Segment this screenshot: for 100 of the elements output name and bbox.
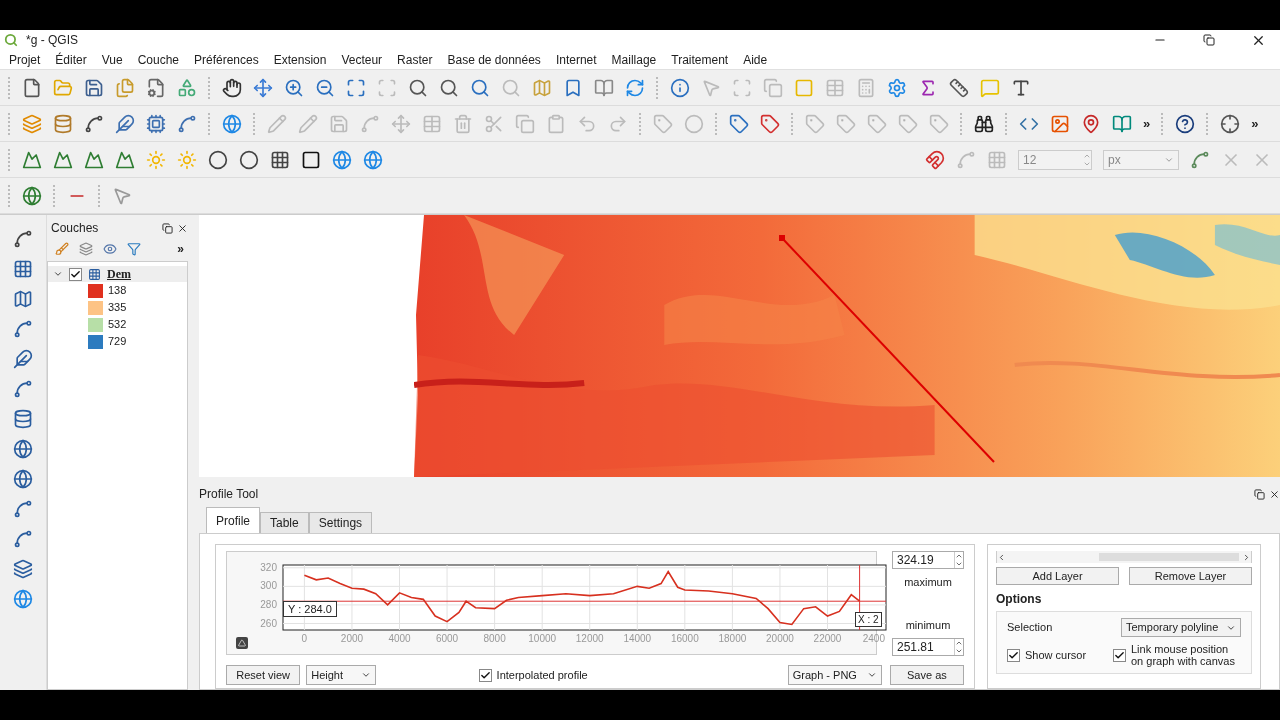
- globe-layer-icon[interactable]: [13, 589, 33, 609]
- layers-icon[interactable]: [22, 113, 42, 134]
- autoscale-icon[interactable]: [236, 637, 248, 649]
- move-icon[interactable]: [253, 77, 273, 98]
- x-tick-label: 2400: [862, 633, 885, 644]
- y-tick-label: 300: [260, 580, 277, 592]
- menu-item[interactable]: Éditer: [55, 50, 87, 69]
- pages-icon[interactable]: [115, 77, 135, 98]
- save-as-button[interactable]: Save as: [889, 665, 964, 685]
- tab[interactable]: Profile: [206, 507, 260, 533]
- identify-icon[interactable]: [670, 77, 690, 98]
- earth-plus-icon[interactable]: [363, 149, 383, 170]
- binoculars-icon[interactable]: [974, 113, 994, 134]
- zoom-out-icon[interactable]: [315, 77, 335, 98]
- menu-item[interactable]: Préférences: [194, 50, 259, 69]
- interpolated-checkbox[interactable]: [478, 668, 492, 682]
- show-cursor-checkbox[interactable]: [1007, 648, 1020, 662]
- ruler-icon[interactable]: [949, 77, 969, 98]
- menu-item[interactable]: Projet: [9, 50, 41, 69]
- menu-item[interactable]: Vue: [101, 50, 123, 69]
- y-tick-label: 260: [260, 617, 277, 629]
- raster-layer-icon[interactable]: [13, 259, 33, 279]
- x-tick-label: 10000: [528, 633, 557, 644]
- overflow-chevron[interactable]: »: [177, 240, 184, 258]
- grid-icon[interactable]: [270, 149, 290, 170]
- maximum-spinbox[interactable]: 324.19: [892, 551, 964, 569]
- refresh-icon[interactable]: [625, 77, 645, 98]
- filter-icon[interactable]: [127, 242, 141, 256]
- page-gear-icon[interactable]: [146, 77, 166, 98]
- chip-icon[interactable]: [146, 113, 166, 134]
- zoom-in-icon[interactable]: [284, 77, 304, 98]
- selection-dropdown[interactable]: Temporary polyline: [1121, 618, 1241, 637]
- remove-layer-button[interactable]: Remove Layer: [1129, 567, 1252, 585]
- eye-icon[interactable]: [103, 242, 117, 256]
- full-extent-icon[interactable]: [346, 77, 366, 98]
- group-icon[interactable]: [79, 242, 93, 256]
- down-icon[interactable]: [955, 647, 963, 655]
- caret-icon: [360, 670, 371, 680]
- page-icon[interactable]: [22, 77, 42, 98]
- menu-item[interactable]: Raster: [397, 50, 433, 69]
- settings-icon[interactable]: [887, 77, 907, 98]
- mesh-layer-icon[interactable]: [13, 289, 33, 309]
- scroll-left-icon[interactable]: [997, 552, 1006, 562]
- tab[interactable]: Table: [260, 512, 309, 533]
- database-icon[interactable]: [53, 113, 73, 134]
- clipboard-icon[interactable]: [546, 113, 566, 134]
- plot-type-dropdown[interactable]: Height: [306, 665, 376, 685]
- overflow-chevron[interactable]: »: [1143, 113, 1151, 134]
- x-tick-label: 0: [301, 633, 308, 644]
- menu-item[interactable]: Vecteur: [341, 50, 383, 69]
- overflow-chevron[interactable]: »: [1251, 113, 1259, 134]
- close-icon[interactable]: [1269, 488, 1280, 500]
- menu-item[interactable]: Internet: [555, 50, 597, 69]
- restore-icon[interactable]: [1203, 34, 1215, 46]
- float-icon[interactable]: [1254, 488, 1265, 500]
- link-mouse-checkbox[interactable]: [1113, 648, 1126, 662]
- add-layer-button[interactable]: Add Layer: [996, 567, 1119, 585]
- raster-icon: [88, 267, 101, 281]
- menu-item[interactable]: Couche: [137, 50, 179, 69]
- x-tick-label: 20000: [766, 633, 794, 644]
- shapes-icon[interactable]: [177, 77, 197, 98]
- layer-name[interactable]: Dem: [107, 265, 131, 283]
- profile-icon[interactable]: [22, 149, 42, 170]
- close-icon[interactable]: [177, 222, 188, 234]
- save-icon[interactable]: [84, 77, 104, 98]
- book-icon[interactable]: [1112, 113, 1132, 134]
- menu-item[interactable]: Maillage: [611, 50, 657, 69]
- earth-icon[interactable]: [332, 149, 352, 170]
- help-icon[interactable]: [1175, 113, 1196, 134]
- x-tick-label: 16000: [670, 633, 699, 644]
- pin-icon[interactable]: [1081, 113, 1101, 134]
- down-icon[interactable]: [955, 560, 963, 568]
- up-icon[interactable]: [955, 639, 963, 647]
- export-dropdown[interactable]: Graph - PNG: [787, 665, 882, 685]
- menu-item[interactable]: Base de données: [447, 50, 541, 69]
- reset-view-button[interactable]: Reset view: [226, 665, 301, 685]
- bookmark-icon[interactable]: [563, 77, 583, 98]
- hand-icon[interactable]: [222, 77, 242, 98]
- feather-layer-icon[interactable]: [13, 349, 33, 369]
- bookmarks-icon[interactable]: [594, 77, 614, 98]
- scrollbar[interactable]: [996, 551, 1252, 563]
- legend-label: 335: [108, 300, 127, 316]
- feather-icon[interactable]: [115, 113, 135, 134]
- float-icon[interactable]: [162, 222, 173, 234]
- globe-icon[interactable]: [222, 113, 242, 134]
- y-tick-label: 280: [260, 598, 277, 610]
- profile-plain-icon[interactable]: [84, 149, 104, 170]
- legend-label: 729: [108, 334, 127, 350]
- database-layer-icon[interactable]: [13, 409, 33, 429]
- scroll-right-icon[interactable]: [1242, 552, 1251, 562]
- menu-item[interactable]: Aide: [743, 50, 768, 69]
- layer-checkbox[interactable]: [69, 267, 82, 281]
- menu-item[interactable]: Traitement: [671, 50, 729, 69]
- magnet-icon[interactable]: [925, 149, 945, 170]
- crosshair-icon[interactable]: [1220, 113, 1241, 134]
- tab[interactable]: Settings: [308, 512, 373, 533]
- up-icon[interactable]: [955, 552, 963, 560]
- menu-item[interactable]: Extension: [273, 50, 327, 69]
- minimum-spinbox[interactable]: 251.81: [892, 638, 964, 656]
- brush-icon[interactable]: [55, 242, 69, 256]
